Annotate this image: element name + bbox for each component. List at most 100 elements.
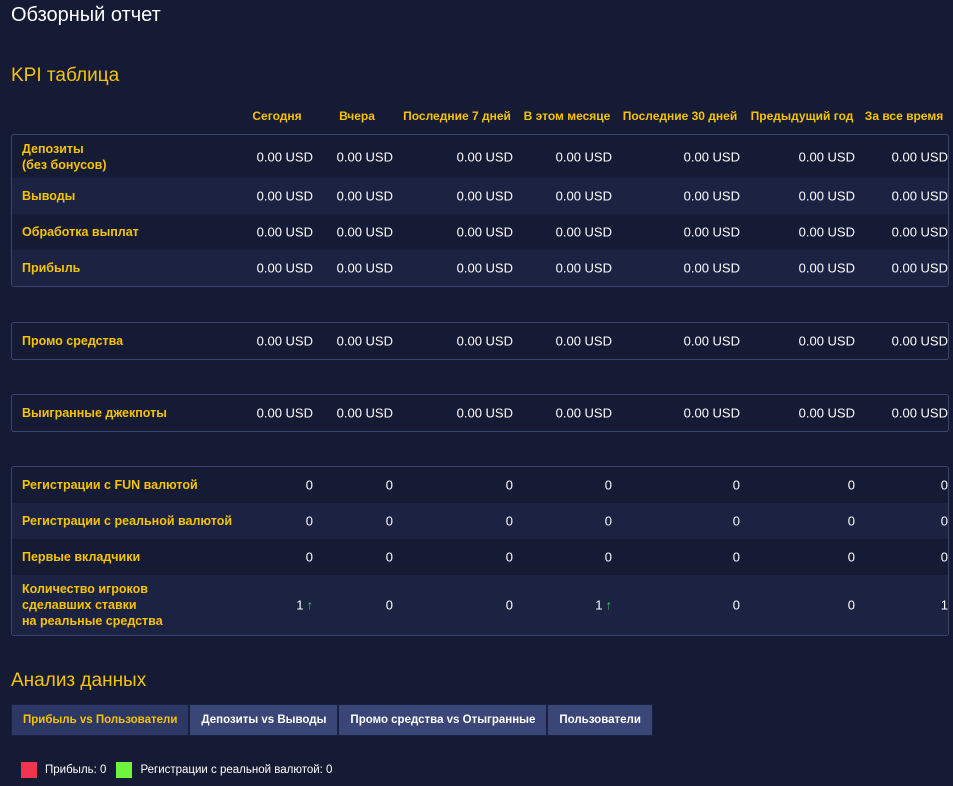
cell-value: 0.00 USD	[891, 188, 948, 204]
table-cell: 0.00 USD	[257, 149, 313, 164]
cell-value: 0	[847, 549, 855, 565]
cell-value: 0.00 USD	[891, 260, 948, 276]
table-cell: 0	[306, 478, 313, 493]
cell-value: 0.00 USD	[336, 260, 393, 276]
table-row: Регистрации с FUN валютой 0 0 0 0 0 0 0	[12, 467, 948, 503]
table-cell: 0.00 USD	[257, 261, 313, 276]
table-cell: 0	[306, 550, 313, 565]
table-cell: 0.00 USD	[337, 261, 393, 276]
table-cell: 0.00 USD	[337, 189, 393, 204]
table-row: Регистрации с реальной валютой 0 0 0 0 0 0 0	[12, 503, 948, 539]
cell-value: 0.00 USD	[336, 224, 393, 240]
cell-value: 0.00 USD	[555, 188, 612, 204]
cell-value: 0.00 USD	[336, 333, 393, 349]
cell-value: 0.00 USD	[256, 224, 313, 240]
row-label: Выигранные джекпоты	[22, 406, 167, 420]
analysis-tabs: Прибыль vs Пользователи Депозиты vs Вывод…	[11, 704, 653, 736]
table-cell: 0.00 USD	[892, 189, 948, 204]
cell-value: 0.00 USD	[336, 405, 393, 421]
table-cell: 0.00 USD	[457, 225, 513, 240]
kpi-group: Выигранные джекпоты 0.00 USD 0.00 USD 0.00 …	[11, 394, 949, 432]
table-row: Обработка выплат 0.00 USD 0.00 USD 0.00 USD…	[12, 214, 948, 250]
table-cell: 0	[386, 598, 393, 613]
table-cell: 0.00 USD	[337, 334, 393, 349]
table-cell: 0.00 USD	[457, 189, 513, 204]
cell-value: 0.00 USD	[456, 405, 513, 421]
table-cell: 0.00 USD	[257, 225, 313, 240]
table-cell: 0.00 USD	[556, 334, 612, 349]
table-cell: 0.00 USD	[457, 334, 513, 349]
analysis-tab[interactable]: Прибыль vs Пользователи	[11, 704, 190, 736]
cell-value: 0.00 USD	[555, 260, 612, 276]
cell-value: 0.00 USD	[891, 224, 948, 240]
cell-value: 0	[505, 597, 513, 613]
cell-value: 0	[385, 477, 393, 493]
table-cell: 0.00 USD	[799, 149, 855, 164]
cell-value: 0	[732, 477, 740, 493]
table-row: Количество игроков сделавших ставки на р…	[12, 575, 948, 635]
table-cell: 0	[386, 478, 393, 493]
legend-swatch	[21, 762, 37, 778]
column-headers: Сегодня Вчера Последние 7 дней В этом месяц…	[0, 109, 953, 125]
row-label: Промо средства	[22, 334, 124, 348]
cell-value: 0.00 USD	[336, 149, 393, 164]
table-cell: 0	[506, 598, 513, 613]
cell-value: 0.00 USD	[456, 224, 513, 240]
table-cell: 0.00 USD	[556, 261, 612, 276]
table-cell: 0.00 USD	[684, 261, 740, 276]
cell-value: 0	[847, 477, 855, 493]
table-cell: 0	[386, 514, 393, 529]
cell-value: 0.00 USD	[555, 405, 612, 421]
arrow-up-icon: ↑	[605, 597, 613, 613]
cell-value: 0.00 USD	[555, 149, 612, 164]
cell-value: 0.00 USD	[683, 333, 740, 349]
table-cell: 0	[941, 478, 948, 493]
table-cell: 0	[941, 514, 948, 529]
legend-swatch	[116, 762, 133, 778]
table-cell: 0	[733, 514, 740, 529]
table-cell: 0	[848, 514, 855, 529]
row-label: Обработка выплат	[22, 225, 139, 239]
analysis-tab[interactable]: Пользователи	[547, 704, 653, 736]
analysis-tab[interactable]: Промо средства vs Отыгранные	[338, 704, 548, 736]
row-label: Депозиты (без бонусов)	[22, 141, 107, 172]
cell-value: 0.00 USD	[798, 260, 855, 276]
table-cell: 0.00 USD	[337, 149, 393, 164]
cell-value: 0	[385, 513, 393, 529]
table-cell: 0.00 USD	[257, 406, 313, 421]
kpi-group: Депозиты (без бонусов) 0.00 USD 0.00 USD 0.…	[11, 134, 949, 287]
cell-value: 0.00 USD	[798, 188, 855, 204]
legend-item[interactable]: Прибыль: 0	[21, 762, 106, 778]
table-row: Прибыль 0.00 USD 0.00 USD 0.00 USD 0.00 USD 0…	[12, 250, 948, 286]
cell-value: 0.00 USD	[891, 405, 948, 421]
cell-value: 0.00 USD	[256, 149, 313, 164]
column-header: Предыдущий год	[750, 109, 854, 123]
table-cell: 0.00 USD	[799, 189, 855, 204]
column-header: В этом месяце	[523, 109, 611, 123]
cell-value: 0.00 USD	[683, 188, 740, 204]
analysis-tab[interactable]: Депозиты vs Выводы	[189, 704, 339, 736]
table-cell: 0.00 USD	[892, 334, 948, 349]
table-cell: 0.00 USD	[684, 406, 740, 421]
column-header: Последние 30 дней	[622, 109, 738, 123]
cell-value: 0	[604, 549, 612, 565]
legend-item[interactable]: Регистрации с реальной валютой: 0	[116, 762, 332, 778]
table-cell: 0.00 USD	[684, 225, 740, 240]
cell-value: 1	[595, 597, 603, 613]
chart-legend: Прибыль: 0 Регистрации с реальной валютой…	[21, 762, 342, 778]
table-cell: 0.00 USD	[799, 261, 855, 276]
table-cell: 0	[733, 550, 740, 565]
cell-value: 0	[305, 513, 313, 529]
cell-value: 0	[847, 597, 855, 613]
table-cell: 0.00 USD	[684, 149, 740, 164]
cell-value: 0.00 USD	[336, 188, 393, 204]
analysis-section-title: Анализ данных	[11, 670, 147, 691]
table-row: Выводы 0.00 USD 0.00 USD 0.00 USD 0.00 USD 0.…	[12, 178, 948, 214]
table-cell: 1 ↑	[296, 598, 313, 613]
cell-value: 0.00 USD	[555, 224, 612, 240]
cell-value: 0.00 USD	[798, 405, 855, 421]
cell-value: 0	[505, 549, 513, 565]
cell-value: 0.00 USD	[456, 333, 513, 349]
cell-value: 0.00 USD	[683, 224, 740, 240]
table-cell: 0	[605, 514, 612, 529]
